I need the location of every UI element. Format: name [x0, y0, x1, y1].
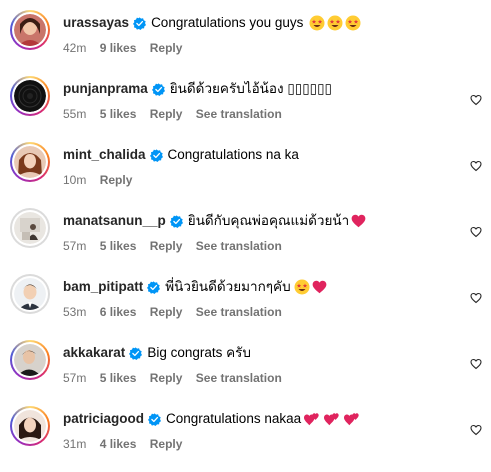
like-heart-icon[interactable]	[470, 94, 482, 106]
star-struck-emoji	[327, 15, 343, 31]
see-translation-link[interactable]: See translation	[196, 371, 282, 385]
reply-button[interactable]: Reply	[100, 173, 133, 187]
two-hearts-emoji	[324, 413, 339, 426]
reply-button[interactable]: Reply	[150, 371, 183, 385]
avatar[interactable]	[14, 212, 46, 244]
timestamp[interactable]: 10m	[63, 173, 86, 187]
comment-text: Big congrats ครับ	[147, 345, 251, 360]
comment-meta: 31m 4 likes Reply	[63, 436, 192, 452]
comment-item: bam_pitipatt พี่นิวยินดีด้วยมากๆคับ 53m …	[0, 264, 491, 330]
comment-item: mint_chalida Congratulations na ka 10m R…	[0, 132, 491, 198]
verified-badge-icon	[169, 214, 183, 228]
timestamp[interactable]: 42m	[63, 41, 86, 55]
username[interactable]: patriciagood	[63, 409, 144, 429]
username[interactable]: akkakarat	[63, 343, 125, 363]
star-struck-emoji	[294, 279, 310, 295]
comment-item: patriciagood Congratulations nakaa 31m 4…	[0, 396, 491, 462]
reply-button[interactable]: Reply	[150, 305, 183, 319]
username[interactable]: mint_chalida	[63, 145, 146, 165]
red-heart-emoji	[351, 214, 366, 228]
timestamp[interactable]: 57m	[63, 371, 86, 385]
like-count[interactable]: 5 likes	[100, 107, 137, 121]
avatar-ring[interactable]	[10, 274, 50, 314]
see-translation-link[interactable]: See translation	[196, 107, 282, 121]
story-ring[interactable]	[10, 406, 50, 446]
story-ring[interactable]	[10, 76, 50, 116]
verified-badge-icon	[133, 16, 147, 30]
comment-item: urassayas Congratulations you guys 42m 9…	[0, 0, 491, 66]
avatar[interactable]	[14, 14, 46, 46]
comment-meta: 57m 5 likes Reply See translation	[63, 238, 292, 254]
avatar[interactable]	[14, 146, 46, 178]
reply-button[interactable]: Reply	[150, 41, 183, 55]
see-translation-link[interactable]: See translation	[196, 305, 282, 319]
comment-text: Congratulations nakaa	[166, 411, 302, 426]
comment-text: Congratulations na ka	[167, 147, 299, 162]
two-hearts-emoji	[344, 413, 359, 426]
verified-badge-icon	[147, 280, 161, 294]
like-heart-icon[interactable]	[470, 226, 482, 238]
like-count[interactable]: 6 likes	[100, 305, 137, 319]
comment-meta: 55m 5 likes Reply See translation	[63, 106, 292, 122]
like-count[interactable]: 5 likes	[100, 371, 137, 385]
comment-meta: 42m 9 likes Reply	[63, 40, 192, 56]
username[interactable]: punjanprama	[63, 79, 148, 99]
comment-text: ยินดีด้วยครับไอ้น้อง ▯▯▯▯▯▯	[169, 81, 332, 96]
avatar[interactable]	[14, 344, 46, 376]
comment-meta: 57m 5 likes Reply See translation	[63, 370, 292, 386]
comment-text: ยินดีกับคุณพ่อคุณแม่ด้วยน้า	[187, 213, 350, 228]
verified-badge-icon	[148, 412, 162, 426]
story-ring[interactable]	[10, 142, 50, 182]
comment-meta: 10m Reply	[63, 172, 142, 188]
like-heart-icon[interactable]	[470, 292, 482, 304]
like-heart-icon[interactable]	[470, 160, 482, 172]
two-hearts-emoji	[304, 413, 319, 426]
avatar[interactable]	[14, 278, 46, 310]
like-count[interactable]: 4 likes	[100, 437, 137, 451]
verified-badge-icon	[129, 346, 143, 360]
story-ring[interactable]	[10, 340, 50, 380]
reply-button[interactable]: Reply	[150, 437, 183, 451]
timestamp[interactable]: 53m	[63, 305, 86, 319]
timestamp[interactable]: 31m	[63, 437, 86, 451]
like-heart-icon[interactable]	[470, 358, 482, 370]
avatar[interactable]	[14, 80, 46, 112]
star-struck-emoji	[309, 15, 325, 31]
reply-button[interactable]: Reply	[150, 239, 183, 253]
verified-badge-icon	[151, 82, 165, 96]
comment-item: manatsanun__p ยินดีกับคุณพ่อคุณแม่ด้วยน้…	[0, 198, 491, 264]
reply-button[interactable]: Reply	[150, 107, 183, 121]
red-heart-emoji	[312, 280, 327, 294]
comment-item: punjanprama ยินดีด้วยครับไอ้น้อง ▯▯▯▯▯▯ …	[0, 66, 491, 132]
username[interactable]: urassayas	[63, 13, 129, 33]
like-count[interactable]: 9 likes	[100, 41, 137, 55]
comment-item: akkakarat Big congrats ครับ 57m 5 likes …	[0, 330, 491, 396]
timestamp[interactable]: 55m	[63, 107, 86, 121]
username[interactable]: bam_pitipatt	[63, 277, 143, 297]
story-ring[interactable]	[10, 10, 50, 50]
star-struck-emoji	[345, 15, 361, 31]
comment-text: พี่นิวยินดีด้วยมากๆคับ	[165, 279, 291, 294]
like-heart-icon[interactable]	[470, 424, 482, 436]
timestamp[interactable]: 57m	[63, 239, 86, 253]
avatar[interactable]	[14, 410, 46, 442]
username[interactable]: manatsanun__p	[63, 211, 166, 231]
comment-text: Congratulations you guys	[151, 15, 304, 30]
comment-meta: 53m 6 likes Reply See translation	[63, 304, 292, 320]
see-translation-link[interactable]: See translation	[196, 239, 282, 253]
like-count[interactable]: 5 likes	[100, 239, 137, 253]
verified-badge-icon	[149, 148, 163, 162]
avatar-ring[interactable]	[10, 208, 50, 248]
